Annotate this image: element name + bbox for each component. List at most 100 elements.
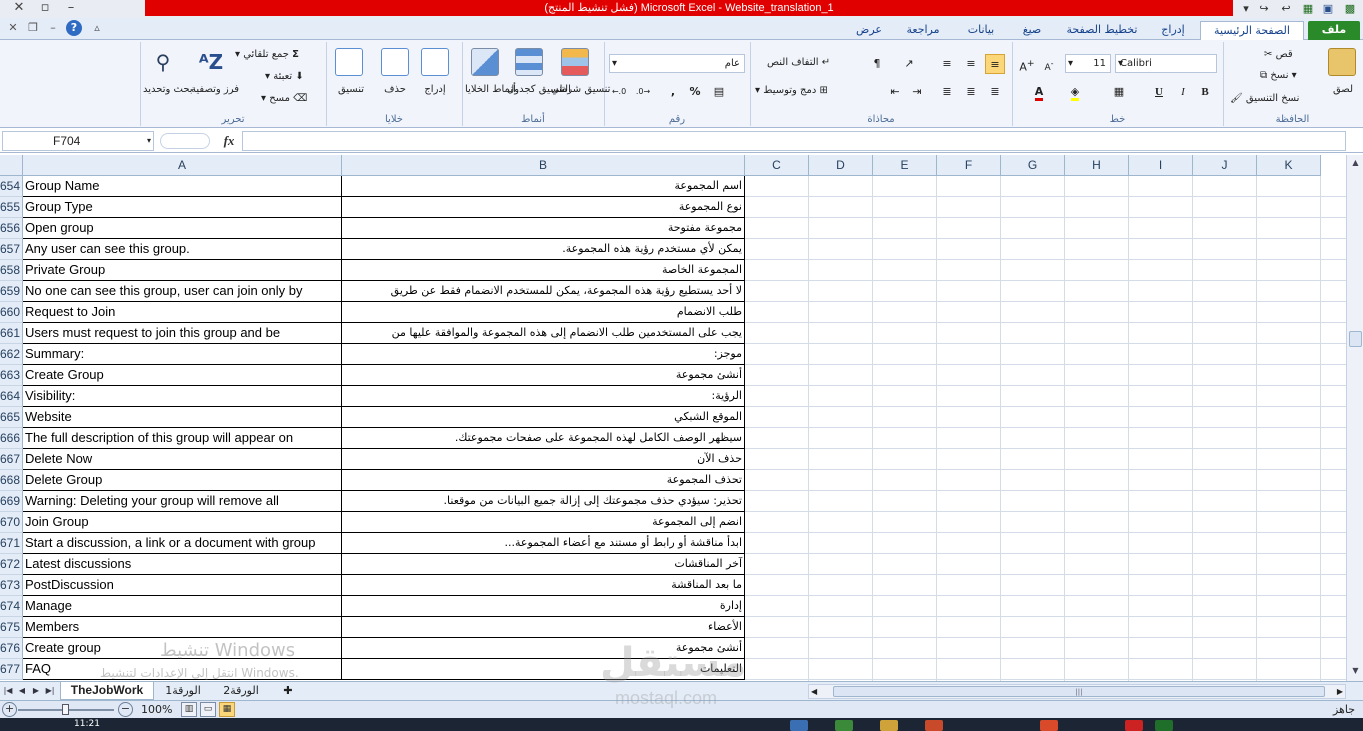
cell-a[interactable]: Open group <box>23 218 342 239</box>
rtl-direction-icon[interactable]: ¶ <box>867 54 887 74</box>
increase-indent-icon[interactable]: ⇥ <box>907 82 927 102</box>
close-icon[interactable]: ✕ <box>8 0 30 18</box>
minimize-icon[interactable]: – <box>60 0 82 18</box>
cell-b[interactable]: لا أحد يستطيع رؤية هذه المجموعة، يمكن لل… <box>342 281 745 302</box>
row-header[interactable]: 656 <box>0 218 23 239</box>
binoculars-icon[interactable]: ⚲ <box>149 48 177 76</box>
cell-b[interactable]: تحذير: سيؤدي حذف مجموعتك إلى إزالة جميع … <box>342 491 745 512</box>
column-header-d[interactable]: D <box>809 155 873 176</box>
scroll-down-icon[interactable]: ▼ <box>1347 663 1363 679</box>
cell-styles-icon[interactable] <box>471 48 499 76</box>
borders-icon[interactable]: ▦ <box>1109 82 1129 102</box>
ribbon-restore-icon[interactable]: ❐ <box>24 19 42 37</box>
align-top-icon[interactable]: ≡ <box>985 54 1005 74</box>
horizontal-scrollbar[interactable]: ◀ ||| ▶ <box>808 684 1346 699</box>
autosum-button[interactable]: ▾ جمع تلقائي Σ <box>235 46 299 64</box>
cell-b[interactable]: الرؤية: <box>342 386 745 407</box>
fill-color-icon[interactable]: ◈ <box>1065 82 1085 102</box>
row-header[interactable]: 675 <box>0 617 23 638</box>
taskbar-app-icon[interactable] <box>880 720 898 731</box>
row-header[interactable]: 657 <box>0 239 23 260</box>
italic-button[interactable]: I <box>1173 82 1193 102</box>
scroll-left-icon[interactable]: ◀ <box>811 685 817 698</box>
name-box[interactable]: F704 ▾ <box>2 131 154 151</box>
cell-a[interactable]: No one can see this group, user can join… <box>23 281 342 302</box>
delete-cells-button[interactable]: حذف <box>377 84 413 95</box>
cell-b[interactable]: موجز: <box>342 344 745 365</box>
decrease-decimal-icon[interactable]: ←.0 <box>609 82 629 102</box>
taskbar-app-icon[interactable] <box>835 720 853 731</box>
save-icon[interactable]: ▣ <box>1320 0 1336 17</box>
cell-a[interactable]: Summary: <box>23 344 342 365</box>
column-header-g[interactable]: G <box>1001 155 1065 176</box>
cell-a[interactable]: Users must request to join this group an… <box>23 323 342 344</box>
align-bottom-icon[interactable]: ≡ <box>937 54 957 74</box>
grow-font-icon[interactable]: A+ <box>1017 54 1037 74</box>
row-header[interactable]: 665 <box>0 407 23 428</box>
row-header[interactable]: 674 <box>0 596 23 617</box>
bold-button[interactable]: B <box>1195 82 1215 102</box>
normal-view-icon[interactable]: ▦ <box>219 702 235 717</box>
font-name-combo[interactable]: Calibri ▾ <box>1115 54 1217 73</box>
cell-a[interactable]: Website <box>23 407 342 428</box>
tab-review[interactable]: مراجعة <box>894 21 952 40</box>
font-color-icon[interactable]: A <box>1029 82 1049 102</box>
insert-function-button[interactable]: fx <box>218 132 240 150</box>
scroll-up-icon[interactable]: ▲ <box>1347 155 1363 171</box>
cell-a[interactable]: Any user can see this group. <box>23 239 342 260</box>
find-select-button[interactable]: بحث وتحديد <box>143 84 193 96</box>
cell-a[interactable]: Members <box>23 617 342 638</box>
scroll-right-icon[interactable]: ▶ <box>1337 685 1343 698</box>
format-as-table-icon[interactable] <box>515 48 543 76</box>
cell-b[interactable]: مجموعة مفتوحة <box>342 218 745 239</box>
column-header-a[interactable]: A <box>23 155 342 176</box>
page-break-view-icon[interactable]: ▥ <box>181 702 197 717</box>
row-header[interactable]: 663 <box>0 365 23 386</box>
zoom-level[interactable]: 100% <box>141 701 172 718</box>
cell-a[interactable]: Delete Now <box>23 449 342 470</box>
ribbon-collapse-icon[interactable]: ▵ <box>88 19 106 37</box>
taskbar-app-icon[interactable] <box>925 720 943 731</box>
cell-a[interactable]: PostDiscussion <box>23 575 342 596</box>
currency-icon[interactable]: ▤ <box>709 82 729 102</box>
cut-button[interactable]: ✂ قص <box>1264 46 1293 64</box>
zoom-slider-knob[interactable] <box>62 704 69 715</box>
zoom-out-icon[interactable]: − <box>118 702 133 717</box>
cell-b[interactable]: ما بعد المناقشة <box>342 575 745 596</box>
insert-cells-icon[interactable] <box>421 48 449 76</box>
cell-b[interactable]: إدارة <box>342 596 745 617</box>
cell-b[interactable]: سيظهر الوصف الكامل لهذه المجموعة على صفح… <box>342 428 745 449</box>
prev-sheet-icon[interactable]: ◀ <box>16 683 28 699</box>
number-format-combo[interactable]: عام ▾ <box>609 54 745 73</box>
conditional-formatting-icon[interactable] <box>561 48 589 76</box>
column-header-e[interactable]: E <box>873 155 937 176</box>
format-painter-button[interactable]: 🖌 نسخ التنسيق <box>1230 90 1299 108</box>
row-header[interactable]: 672 <box>0 554 23 575</box>
redo-icon[interactable]: ↪ <box>1256 0 1272 17</box>
formula-input[interactable] <box>242 131 1346 151</box>
vertical-scrollbar[interactable]: ▲ ▼ <box>1346 155 1363 681</box>
cell-a[interactable]: Group Name <box>23 176 342 197</box>
cell-b[interactable]: انضم إلى المجموعة <box>342 512 745 533</box>
cell-b[interactable]: أنشئ مجموعة <box>342 365 745 386</box>
sheet-tab-2[interactable]: الورقة2 <box>214 682 268 700</box>
column-header-c[interactable]: C <box>745 155 809 176</box>
row-header[interactable]: 660 <box>0 302 23 323</box>
cell-b[interactable]: نوع المجموعة <box>342 197 745 218</box>
column-header-k[interactable]: K <box>1257 155 1321 176</box>
select-all-corner[interactable] <box>0 155 23 176</box>
decrease-indent-icon[interactable]: ⇤ <box>885 82 905 102</box>
horizontal-scroll-thumb[interactable]: ||| <box>833 686 1325 697</box>
row-header[interactable]: 661 <box>0 323 23 344</box>
column-header-h[interactable]: H <box>1065 155 1129 176</box>
format-cells-button[interactable]: تنسيق <box>331 84 371 95</box>
row-header[interactable]: 664 <box>0 386 23 407</box>
cell-a[interactable]: Request to Join <box>23 302 342 323</box>
cell-a[interactable]: Manage <box>23 596 342 617</box>
cell-a[interactable]: Private Group <box>23 260 342 281</box>
format-cells-icon[interactable] <box>335 48 363 76</box>
align-right-icon[interactable]: ≣ <box>985 82 1005 102</box>
fill-button[interactable]: ▾ تعبئة ⬇ <box>265 68 304 86</box>
vertical-scroll-thumb[interactable] <box>1349 331 1362 347</box>
orientation-icon[interactable]: ↗ <box>899 54 919 74</box>
